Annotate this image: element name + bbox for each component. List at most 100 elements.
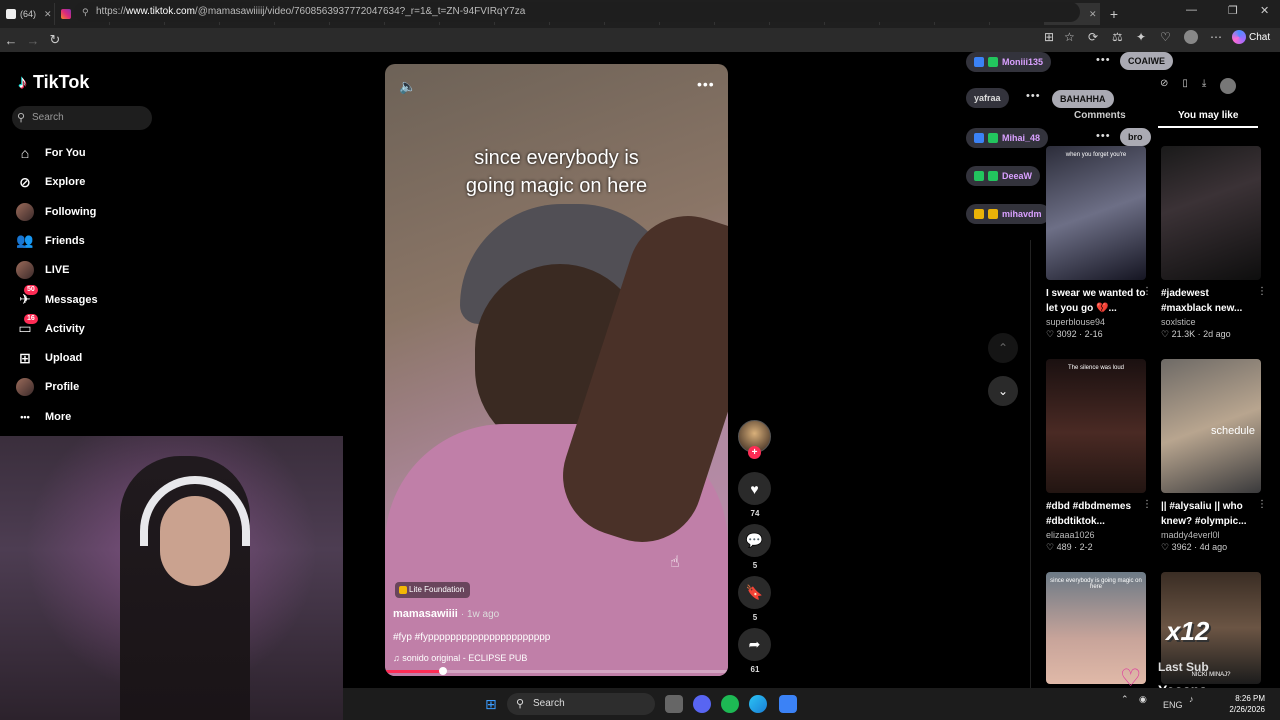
maximize-icon[interactable]: ❐ (1228, 4, 1238, 17)
minimize-icon[interactable]: — (1186, 4, 1197, 16)
recommended-video-card[interactable]: The silence was loud ⋮ #dbd #dbdmemes #dbd… (1046, 359, 1152, 553)
sidebar-item-label: Explore (45, 176, 86, 189)
back-icon[interactable]: ← (0, 33, 22, 48)
copilot-chat-button[interactable]: Chat (1232, 30, 1270, 44)
reader-icon[interactable]: ⊞ (1044, 30, 1054, 44)
card-author[interactable]: soxlstice (1161, 317, 1261, 327)
video-music[interactable]: ♫ sonido original - ECLIPSE PUB (393, 653, 527, 663)
sidebar-item-profile[interactable]: Profile (16, 376, 79, 398)
card-author[interactable]: maddy4everl0l (1161, 530, 1261, 540)
comment-button[interactable]: 💬 (738, 524, 771, 557)
thumbnail-overlay-text: schedule (1210, 425, 1255, 437)
video-thumbnail[interactable]: The silence was loud (1046, 359, 1146, 493)
download-icon[interactable]: ⤓ (1202, 78, 1206, 94)
share-count: 61 (750, 665, 760, 674)
sidebar-item-upload[interactable]: ⊞ Upload (16, 347, 82, 369)
recommended-video-card[interactable]: schedule ⋮ || #alysaliu || who knew? #olym… (1161, 359, 1267, 553)
windows-start-icon[interactable]: ⊞ (485, 696, 497, 713)
sidebar-item-more[interactable]: ••• More (16, 406, 71, 428)
card-more-icon[interactable]: ⋮ (1142, 286, 1152, 297)
tag-chip[interactable]: Lite Foundation (395, 582, 471, 598)
heart-shield-icon[interactable]: ♡ (1160, 30, 1171, 44)
sidebar-item-activity[interactable]: ▭ 16 Activity (16, 313, 85, 340)
volume-icon[interactable]: 🔈 (399, 78, 416, 95)
menu-dots-icon[interactable]: ⋯ (1210, 30, 1222, 44)
close-tab-icon[interactable]: ✕ (44, 9, 54, 20)
video-player[interactable]: since everybody is going magic on here 🔈… (385, 64, 728, 676)
like-button[interactable]: ♥ (738, 472, 771, 505)
language-indicator[interactable]: ENG (1163, 700, 1183, 710)
card-more-icon[interactable]: ⋮ (1257, 286, 1267, 297)
app-icon[interactable] (779, 695, 797, 713)
chevron-down-icon: ⌄ (997, 384, 1009, 398)
tray-chevron-icon[interactable]: ⌃ (1121, 694, 1129, 705)
site-info-icon[interactable]: ⚲ (82, 2, 89, 22)
video-thumbnail[interactable] (1161, 146, 1261, 280)
recommended-video-card[interactable]: when you forget you're ⋮ I swear we wanted… (1046, 146, 1152, 340)
video-thumbnail[interactable]: schedule (1161, 359, 1261, 493)
activity-icon: ▭ 16 (16, 313, 38, 338)
compass-icon[interactable]: ⊘ (1160, 78, 1168, 94)
previous-video-button[interactable]: ⌃ (988, 333, 1018, 363)
sidebar-item-explore[interactable]: ⊘ Explore (16, 171, 85, 193)
more-options-icon[interactable]: ••• (697, 76, 715, 92)
taskbar-search[interactable]: ⚲ Search (507, 693, 655, 715)
card-author[interactable]: elizaaa1026 (1046, 530, 1146, 540)
thumbnail-text: when you forget you're (1065, 152, 1127, 158)
card-title[interactable]: I swear we wanted to let you go 💔... (1046, 286, 1146, 316)
extensions-icon[interactable]: ⟳ (1088, 30, 1098, 44)
video-author[interactable]: mamasawiiii · 1w ago (393, 608, 499, 620)
user-avatar[interactable] (1220, 78, 1237, 94)
next-video-button[interactable]: ⌄ (988, 376, 1018, 406)
recommended-video-card[interactable]: ⋮ #jadewest #maxblack new... soxlstice ♡ 21… (1161, 146, 1267, 340)
close-window-icon[interactable]: ✕ (1260, 4, 1269, 17)
sidebar-item-messages[interactable]: ✈ 50 Messages (16, 284, 98, 311)
card-stats: ♡ 3092 · 2-16 (1046, 329, 1103, 339)
video-thumbnail[interactable]: when you forget you're (1046, 146, 1146, 280)
edge-icon[interactable] (749, 695, 767, 713)
chat-more-icon: ••• (1096, 54, 1111, 66)
file-explorer-icon[interactable] (665, 695, 683, 713)
sidebar-item-friends[interactable]: 👥 Friends (16, 230, 84, 252)
chat-badge-icon (974, 209, 984, 219)
sidebar-item-for-you[interactable]: ⌂ For You (16, 142, 86, 164)
chat-more-icon: ••• (1096, 130, 1111, 142)
tiktok-logo[interactable]: ♪ TikTok (18, 72, 89, 93)
share-button[interactable]: ➦ (738, 628, 771, 661)
tag-chip-label: Lite Foundation (409, 585, 465, 594)
forward-icon[interactable]: → (22, 33, 44, 48)
card-title[interactable]: || #alysaliu || who knew? #olympic... (1161, 499, 1261, 529)
chat-badge-icon (988, 133, 998, 143)
spotify-icon[interactable] (721, 695, 739, 713)
profile-avatar[interactable] (1184, 30, 1198, 44)
discord-icon[interactable] (693, 695, 711, 713)
more-icon: ••• (20, 411, 30, 422)
reload-icon[interactable]: ↻ (44, 32, 66, 48)
close-tab-icon[interactable]: ✕ (1089, 9, 1099, 20)
sidebar-item-live[interactable]: LIVE (16, 259, 69, 281)
card-title[interactable]: #jadewest #maxblack new... (1161, 286, 1261, 316)
save-button[interactable]: 🔖 (738, 576, 771, 609)
wifi-icon[interactable]: ◉ (1139, 694, 1147, 705)
video-progress-bar[interactable] (385, 667, 728, 675)
sidebar-item-following[interactable]: Following (16, 201, 96, 223)
browser-tab[interactable]: (64) ✕ (0, 3, 55, 25)
card-title[interactable]: #dbd #dbdmemes #dbdtiktok... (1046, 499, 1146, 529)
address-bar[interactable]: ⚲ https://www.tiktok.com/@mamasawiiiij/v… (74, 2, 1080, 22)
card-author[interactable]: superblouse94 (1046, 317, 1146, 327)
card-more-icon[interactable]: ⋮ (1142, 499, 1152, 510)
follow-plus-icon[interactable]: + (748, 446, 761, 459)
chat-badge-icon (974, 57, 984, 67)
favorites-icon[interactable]: ✦ (1136, 30, 1146, 44)
favorite-star-icon[interactable]: ☆ (1064, 30, 1075, 44)
tab-you-may-like[interactable]: You may like (1178, 110, 1238, 121)
taskbar-clock[interactable]: 8:26 PM 2/26/2026 (1207, 693, 1265, 715)
live-avatar (16, 261, 34, 280)
search-input[interactable]: ⚲ Search (12, 106, 152, 130)
tab-comments[interactable]: Comments (1074, 110, 1126, 121)
card-more-icon[interactable]: ⋮ (1257, 499, 1267, 510)
new-tab-icon[interactable]: + (1104, 6, 1124, 22)
split-screen-icon[interactable]: ⚖ (1112, 30, 1123, 44)
volume-tray-icon[interactable]: ♪ (1189, 694, 1194, 704)
phone-icon[interactable]: ▯ (1182, 78, 1188, 94)
